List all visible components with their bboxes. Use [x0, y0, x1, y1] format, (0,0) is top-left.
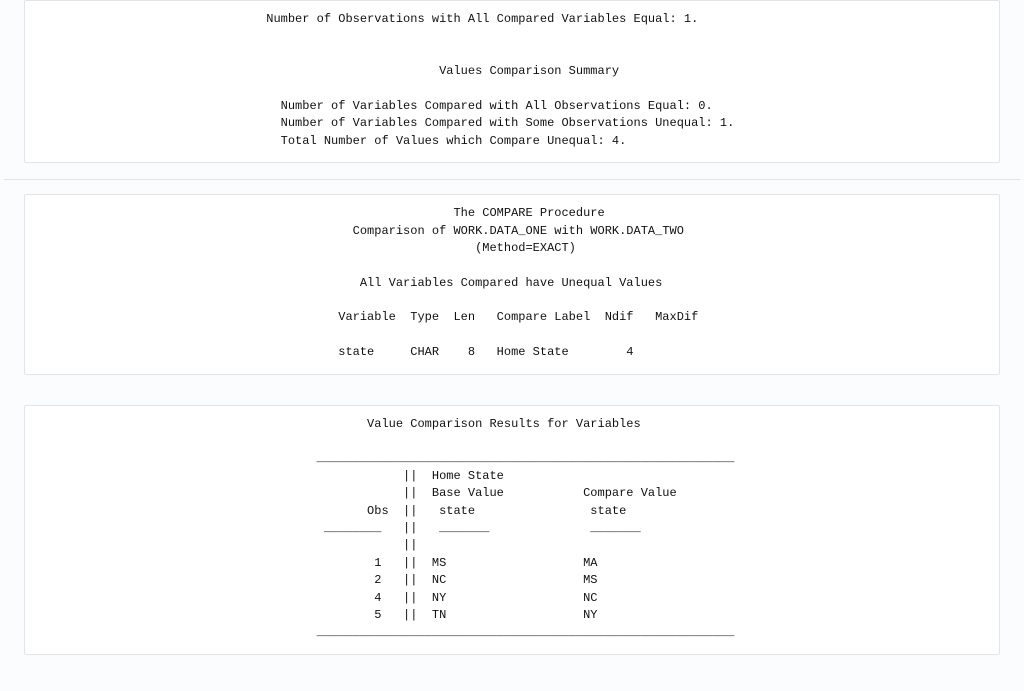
summary-pre: Number of Observations with All Compared…: [25, 1, 999, 162]
value-results-row-4: 5 || TN NY: [43, 608, 598, 622]
value-results-row-2: 2 || NC MS: [43, 573, 598, 587]
total-unequal-line: Total Number of Values which Compare Une…: [43, 134, 626, 148]
value-results-head-blankbar: ||: [43, 538, 417, 552]
vars-some-unequal-line: Number of Variables Compared with Some O…: [43, 116, 734, 130]
compare-title-2: Comparison of WORK.DATA_ONE with WORK.DA…: [43, 224, 684, 238]
unequal-row-1: state CHAR 8 Home State 4: [43, 345, 634, 359]
value-results-rule-bottom: ________________________________________…: [43, 625, 734, 639]
value-results-head-3: Obs || state state: [43, 504, 626, 518]
panel-summary: Number of Observations with All Compared…: [24, 0, 1000, 163]
unequal-heading: All Variables Compared have Unequal Valu…: [43, 276, 662, 290]
values-comparison-summary-title: Values Comparison Summary: [43, 64, 619, 78]
compare-pre: The COMPARE Procedure Comparison of WORK…: [25, 195, 999, 374]
panel-value-results: Value Comparison Results for Variables _…: [24, 405, 1000, 655]
value-results-title: Value Comparison Results for Variables: [43, 417, 641, 431]
value-results-head-2: || Base Value Compare Value: [43, 486, 677, 500]
obs-equal-line: Number of Observations with All Compared…: [43, 12, 698, 26]
value-results-head-rule: ________ || _______ _______: [43, 521, 641, 535]
value-results-rule-top: ________________________________________…: [43, 451, 734, 465]
page-root: Number of Observations with All Compared…: [0, 0, 1024, 691]
value-results-row-1: 1 || MS MA: [43, 556, 598, 570]
compare-title-1: The COMPARE Procedure: [43, 206, 605, 220]
value-results-pre: Value Comparison Results for Variables _…: [25, 406, 999, 654]
vars-all-equal-line: Number of Variables Compared with All Ob…: [43, 99, 713, 113]
panel-compare-procedure: The COMPARE Procedure Comparison of WORK…: [24, 194, 1000, 375]
compare-title-3: (Method=EXACT): [43, 241, 576, 255]
value-results-head-1: || Home State: [43, 469, 504, 483]
section-separator: [4, 179, 1020, 180]
value-results-row-3: 4 || NY NC: [43, 591, 598, 605]
unequal-col-header: Variable Type Len Compare Label Ndif Max…: [43, 310, 698, 324]
